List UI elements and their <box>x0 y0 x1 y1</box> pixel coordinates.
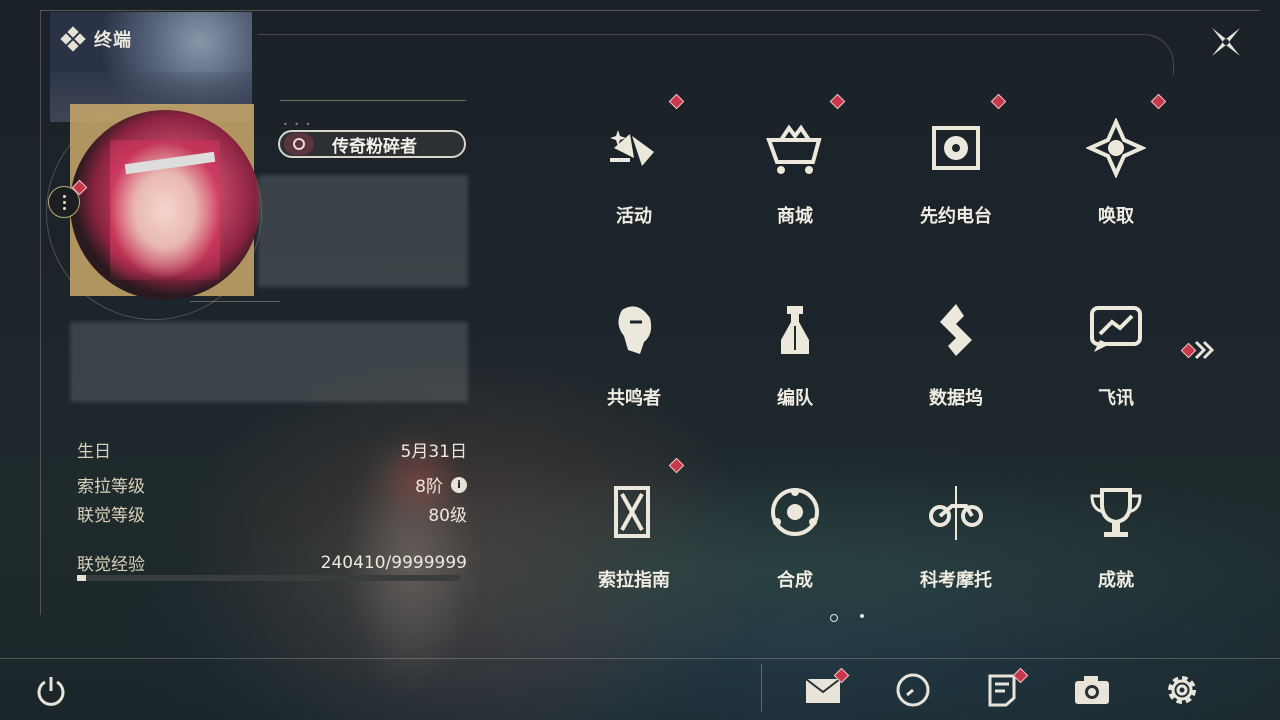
stat-label: 联觉经验 <box>77 555 145 575</box>
title-badge[interactable]: 传奇粉碎者 <box>278 130 466 158</box>
exp-progress-bar <box>77 575 460 581</box>
menu-item-label: 飞讯 <box>1098 388 1134 409</box>
header: 终端 <box>60 26 132 52</box>
notification-badge <box>668 93 685 110</box>
menu-item-label: 成就 <box>1098 570 1134 591</box>
menu-item-label: 索拉指南 <box>598 570 670 591</box>
power-icon <box>37 677 65 706</box>
menu-item-label: 合成 <box>777 570 813 591</box>
divider <box>761 664 762 712</box>
stat-union-exp: 联觉经验 240410/9999999 <box>77 550 467 576</box>
menu-item[interactable]: 先约电台 <box>876 88 1036 238</box>
avatar[interactable] <box>70 110 260 300</box>
settings-icon <box>1168 676 1196 704</box>
stat-value: 80级 <box>428 506 467 526</box>
divider <box>190 301 280 302</box>
background-character <box>300 360 530 720</box>
stat-union-level: 联觉等级 80级 <box>77 501 467 526</box>
page-title: 终端 <box>94 30 132 51</box>
menu-item[interactable]: 数据坞 <box>876 270 1036 420</box>
menu-item[interactable]: 唤取 <box>1036 88 1196 238</box>
menu-item[interactable]: 共鸣者 <box>554 270 714 420</box>
convene-icon <box>1084 116 1148 180</box>
menu-item-label: 共鸣者 <box>607 388 661 409</box>
close-button[interactable] <box>1208 24 1244 60</box>
frame-left-line <box>40 10 41 615</box>
motorcycle-icon <box>924 480 988 544</box>
menu-item-label: 编队 <box>777 388 813 409</box>
mail-button[interactable] <box>803 667 850 710</box>
stat-value: 240410/9999999 <box>320 552 467 573</box>
menu-item[interactable]: 科考摩托 <box>876 452 1036 602</box>
menu-item-label: 唤取 <box>1098 206 1134 227</box>
shop-icon <box>763 116 827 180</box>
team-icon <box>763 298 827 362</box>
menu-item-label: 数据坞 <box>929 388 983 409</box>
blurred-signature-area <box>70 322 468 402</box>
notification-badge <box>829 93 846 110</box>
stat-value: 5月31日 <box>400 442 467 462</box>
guidebook-icon <box>602 480 666 544</box>
event-icon <box>602 116 666 180</box>
next-page-button[interactable] <box>1180 338 1220 362</box>
clock-icon <box>896 673 930 707</box>
radio-icon <box>924 116 988 180</box>
menu-item[interactable]: 商城 <box>715 88 875 238</box>
stat-value-wrap: 8阶 i <box>415 472 467 497</box>
info-icon[interactable]: i <box>451 476 467 493</box>
stat-label: 生日 <box>77 442 111 462</box>
dots-decoration: • • • <box>283 120 313 129</box>
clock-button[interactable] <box>893 670 933 710</box>
menu-item[interactable]: 成就 <box>1036 452 1196 602</box>
terminal-icon <box>60 26 86 52</box>
menu-item[interactable]: 飞讯 <box>1036 270 1196 420</box>
menu-item[interactable]: 编队 <box>715 270 875 420</box>
menu-item-label: 商城 <box>777 206 813 227</box>
notification-badge <box>990 93 1007 110</box>
menu-item-label: 科考摩托 <box>920 570 992 591</box>
menu-item-label: 先约电台 <box>920 206 992 227</box>
menu-item-label: 活动 <box>616 206 652 227</box>
title-badge-label: 传奇粉碎者 <box>332 136 417 157</box>
stat-birthday: 生日 5月31日 <box>77 437 467 462</box>
trophy-icon <box>1084 480 1148 544</box>
exp-progress-fill <box>77 575 87 581</box>
stat-value: 8阶 <box>415 477 443 497</box>
divider <box>280 100 466 101</box>
databank-icon <box>924 298 988 362</box>
notice-button[interactable] <box>982 667 1029 710</box>
camera-icon <box>1075 676 1109 704</box>
menu-item[interactable]: 活动 <box>554 88 714 238</box>
blurred-name-area <box>258 175 468 287</box>
close-icon <box>1212 28 1240 56</box>
bottom-bar-divider <box>0 658 1280 659</box>
frame-curve-line <box>258 34 1174 75</box>
camera-button[interactable] <box>1072 670 1112 710</box>
menu-item[interactable]: 合成 <box>715 452 875 602</box>
power-button[interactable] <box>34 674 68 708</box>
menu-item[interactable]: 索拉指南 <box>554 452 714 602</box>
double-chevron-right-icon <box>1194 340 1215 360</box>
stat-sola-level: 索拉等级 8阶 i <box>77 472 467 497</box>
stat-label: 联觉等级 <box>77 506 145 526</box>
title-emblem-icon <box>284 133 314 155</box>
synthesis-icon <box>763 480 827 544</box>
page-dot[interactable] <box>830 614 838 622</box>
stat-label: 索拉等级 <box>77 477 145 497</box>
message-icon <box>1084 298 1148 362</box>
resonator-icon <box>602 298 666 362</box>
notification-badge <box>1150 93 1167 110</box>
notification-badge <box>668 457 685 474</box>
page-dot[interactable] <box>860 614 864 618</box>
frame-top-line <box>40 10 1260 11</box>
settings-button[interactable] <box>1162 670 1202 710</box>
